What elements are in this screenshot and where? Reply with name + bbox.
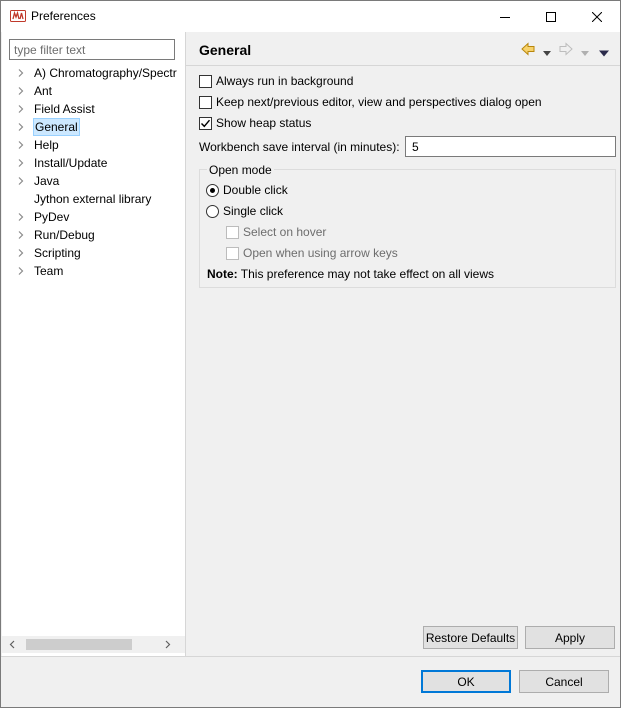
ok-button[interactable]: OK (421, 670, 511, 693)
keep-dialog-open-label: Keep next/previous editor, view and pers… (216, 95, 542, 109)
close-button[interactable] (574, 1, 620, 32)
horizontal-scrollbar[interactable] (2, 636, 185, 653)
tree-item-label: Help (34, 138, 59, 152)
save-interval-input[interactable] (405, 136, 616, 157)
panel-divider[interactable] (185, 32, 186, 656)
open-mode-legend: Open mode (207, 163, 274, 177)
page-title: General (199, 42, 252, 58)
minimize-button[interactable] (482, 1, 528, 32)
open-arrow-keys-option: Open when using arrow keys (226, 244, 398, 262)
cancel-button[interactable]: Cancel (519, 670, 609, 693)
tree-item[interactable]: Team (2, 262, 177, 280)
forward-dropdown-icon (581, 51, 589, 56)
tree-item-label: Jython external library (34, 192, 152, 206)
show-heap-status-option[interactable]: Show heap status (199, 114, 311, 132)
filter-input[interactable] (9, 39, 175, 60)
open-arrow-keys-label: Open when using arrow keys (243, 246, 398, 260)
preferences-window: Preferences A) Chromatography/Spectromet… (0, 0, 621, 708)
window-title: Preferences (31, 9, 96, 23)
title-separator (186, 65, 620, 66)
tree-item-label: Ant (34, 84, 53, 98)
tree-item-label: Scripting (34, 246, 81, 260)
restore-defaults-button[interactable]: Restore Defaults (423, 626, 518, 649)
single-click-option[interactable]: Single click (206, 202, 283, 220)
chevron-right-icon[interactable] (17, 141, 25, 149)
chevron-right-icon[interactable] (17, 69, 25, 77)
open-arrow-keys-checkbox (226, 246, 239, 260)
keep-dialog-open-option[interactable]: Keep next/previous editor, view and pers… (199, 93, 542, 111)
chevron-right-icon[interactable] (17, 177, 25, 185)
save-interval-label: Workbench save interval (in minutes): (199, 140, 400, 154)
tree-item[interactable]: A) Chromatography/Spectrometry (2, 64, 177, 82)
tree-item-label: Run/Debug (34, 228, 95, 242)
tree-item-label: Install/Update (34, 156, 108, 170)
always-run-background-option[interactable]: Always run in background (199, 72, 353, 90)
title-bar[interactable]: Preferences (1, 1, 620, 32)
maximize-icon (546, 11, 556, 22)
tree-item-label: PyDev (34, 210, 70, 224)
tree-item[interactable]: Help (2, 136, 177, 154)
keep-dialog-open-checkbox[interactable] (199, 95, 212, 109)
double-click-radio[interactable] (206, 183, 219, 197)
chevron-right-icon[interactable] (17, 231, 25, 239)
minimize-icon (500, 16, 510, 18)
checkmark-icon (201, 119, 211, 127)
always-run-background-checkbox[interactable] (199, 74, 212, 88)
show-heap-status-label: Show heap status (216, 116, 312, 130)
tree-item-label: Team (34, 264, 64, 278)
tree-item-label: Java (34, 174, 60, 188)
tree-item[interactable]: Run/Debug (2, 226, 177, 244)
scroll-left-icon[interactable] (8, 640, 17, 649)
tree-item-label: General (33, 118, 80, 136)
double-click-label: Double click (223, 183, 288, 197)
scrollbar-thumb[interactable] (26, 639, 132, 650)
double-click-option[interactable]: Double click (206, 181, 288, 199)
chevron-right-icon[interactable] (17, 123, 25, 131)
select-on-hover-checkbox (226, 225, 239, 239)
app-icon (10, 10, 26, 22)
select-on-hover-label: Select on hover (243, 225, 327, 239)
chevron-right-icon[interactable] (17, 249, 25, 257)
tree-item[interactable]: Install/Update (2, 154, 177, 172)
tree-item[interactable]: Field Assist (2, 100, 177, 118)
tree-item[interactable]: Jython external library (2, 190, 177, 208)
forward-arrow-icon (559, 42, 573, 56)
single-click-radio[interactable] (206, 204, 219, 218)
single-click-label: Single click (223, 204, 284, 218)
back-dropdown-icon[interactable] (543, 46, 551, 62)
always-run-background-label: Always run in background (216, 74, 354, 88)
preference-tree: A) Chromatography/Spectrometry Ant Field A… (2, 64, 177, 280)
chevron-right-icon[interactable] (17, 213, 25, 221)
select-on-hover-option: Select on hover (226, 223, 326, 241)
tree-item[interactable]: Scripting (2, 244, 177, 262)
chevron-right-icon[interactable] (17, 105, 25, 113)
back-arrow-icon[interactable] (520, 41, 536, 57)
show-heap-status-checkbox[interactable] (199, 116, 212, 130)
open-mode-note: Note: This preference may not take effec… (207, 267, 494, 281)
apply-button[interactable]: Apply (525, 626, 615, 649)
chevron-right-icon[interactable] (17, 267, 25, 275)
tree-item[interactable]: PyDev (2, 208, 177, 226)
chevron-right-icon[interactable] (17, 159, 25, 167)
preference-tree-panel: A) Chromatography/Spectrometry Ant Field A… (2, 32, 185, 656)
note-text: This preference may not take effect on a… (237, 267, 495, 281)
maximize-button[interactable] (528, 1, 574, 32)
tree-item[interactable]: General (2, 118, 177, 136)
tree-item[interactable]: Java (2, 172, 177, 190)
chevron-right-icon[interactable] (17, 87, 25, 95)
footer-separator (1, 656, 620, 657)
tree-item-label: A) Chromatography/Spectrometry (34, 66, 177, 80)
tree-item[interactable]: Ant (2, 82, 177, 100)
close-icon (592, 11, 602, 22)
scroll-right-icon[interactable] (163, 640, 172, 649)
note-prefix: Note: (207, 267, 238, 281)
tree-item-label: Field Assist (34, 102, 95, 116)
view-menu-icon[interactable] (599, 46, 609, 62)
